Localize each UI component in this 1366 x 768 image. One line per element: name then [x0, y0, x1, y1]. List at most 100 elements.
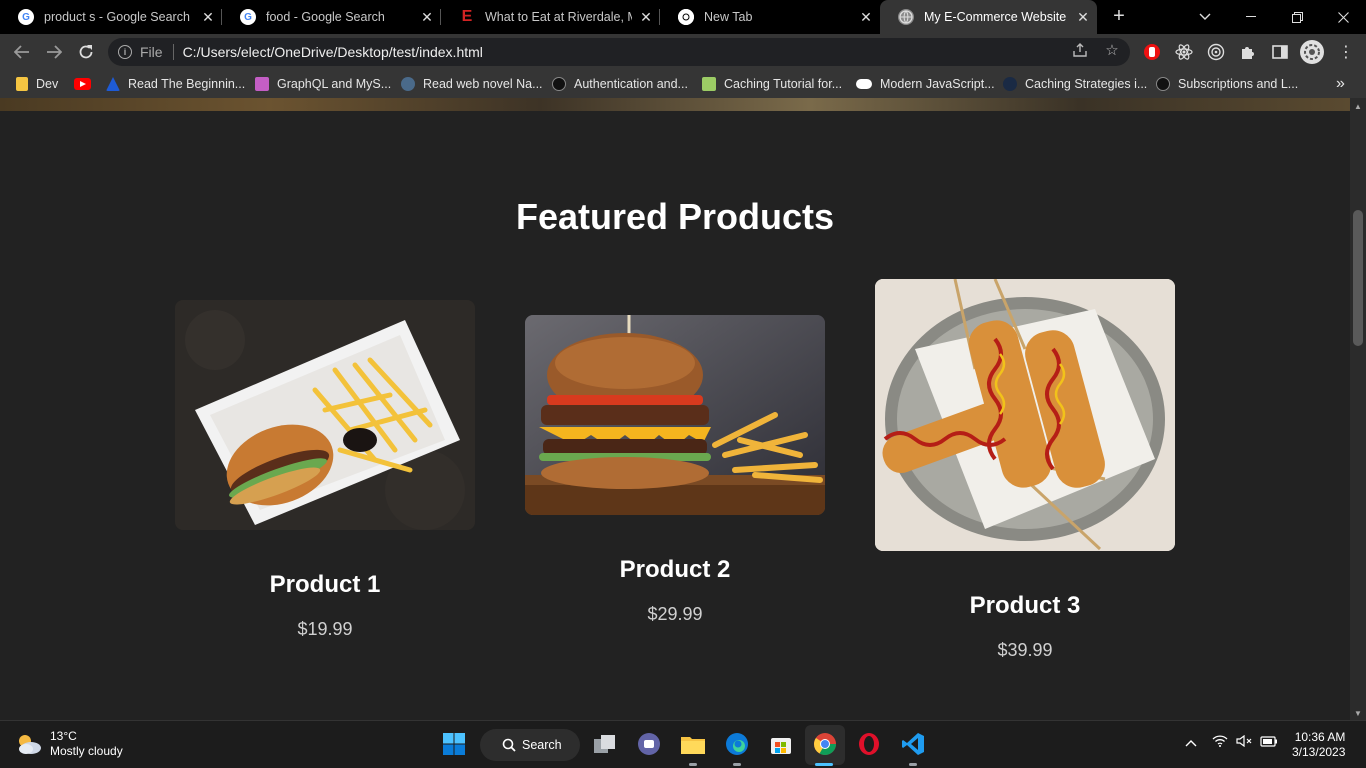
close-tab-icon[interactable]: ✕	[413, 9, 441, 26]
active-indicator	[815, 763, 833, 766]
file-explorer-icon[interactable]	[680, 731, 706, 757]
book-icon	[106, 77, 120, 91]
bookmark-dev-folder[interactable]: Dev	[16, 75, 58, 93]
vscode-icon[interactable]	[900, 731, 926, 757]
close-window-button[interactable]	[1320, 0, 1366, 34]
tab-title: food - Google Search	[266, 10, 385, 24]
bookmark-modern-javascript[interactable]: Modern JavaScript...	[856, 75, 995, 93]
product-price: $19.99	[297, 619, 353, 639]
close-tab-icon[interactable]: ✕	[632, 9, 660, 26]
restore-button[interactable]	[1274, 0, 1320, 34]
teams-chat-icon[interactable]	[636, 731, 662, 757]
extension-stop-icon[interactable]	[1142, 42, 1162, 62]
bookmark-subscriptions[interactable]: Subscriptions and L...	[1156, 75, 1298, 93]
running-indicator	[733, 763, 741, 766]
product-price: $39.99	[997, 640, 1053, 660]
tray-overflow-icon[interactable]	[1185, 735, 1197, 750]
tab-riverdale[interactable]: E What to Eat at Riverdale, Mar ✕	[441, 0, 660, 34]
microsoft-store-icon[interactable]	[768, 731, 794, 757]
close-tab-icon[interactable]: ✕	[852, 9, 880, 26]
site-icon	[1003, 77, 1017, 91]
tab-title: New Tab	[704, 10, 753, 24]
browser-toolbar: i File C:/Users/elect/OneDrive/Desktop/t…	[0, 34, 1366, 70]
address-bar[interactable]: i File C:/Users/elect/OneDrive/Desktop/t…	[108, 38, 1130, 66]
tab-ecommerce[interactable]: My E-Commerce Website ✕	[880, 0, 1097, 34]
product-name: Product 3	[969, 592, 1081, 619]
product-image[interactable]	[175, 300, 475, 530]
medium-icon	[856, 79, 872, 89]
profile-avatar-icon[interactable]	[1300, 40, 1324, 64]
bookmark-label: Read The Beginnin...	[128, 77, 246, 91]
bookmark-caching-strategies[interactable]: Caching Strategies i...	[1003, 75, 1147, 93]
close-tab-icon[interactable]: ✕	[1069, 9, 1097, 26]
reload-button[interactable]	[74, 40, 98, 64]
more-menu-icon[interactable]: ⋮	[1336, 42, 1356, 62]
scroll-up-arrow[interactable]: ▲	[1354, 102, 1362, 111]
globe-icon	[898, 9, 914, 25]
tab-search-icon[interactable]	[1182, 0, 1228, 34]
bookmark-caching-tutorial[interactable]: Caching Tutorial for...	[702, 75, 842, 93]
tab-new-tab[interactable]: New Tab ✕	[660, 0, 880, 34]
bookmark-label: Read web novel Na...	[423, 77, 543, 91]
lock-icon	[702, 77, 716, 91]
page-viewport: Featured Products Product 1 $19.99 Produ…	[0, 98, 1350, 720]
scheme-label: File	[140, 44, 163, 60]
chrome-icon	[678, 9, 694, 25]
site-icon	[552, 77, 566, 91]
bookmark-graphql[interactable]: GraphQL and MyS...	[255, 75, 391, 93]
bookmark-label: Authentication and...	[574, 77, 688, 91]
system-clock[interactable]: 10:36 AM 3/13/2023	[1292, 730, 1345, 760]
scroll-down-arrow[interactable]: ▼	[1354, 709, 1362, 718]
forward-button[interactable]	[42, 40, 66, 64]
chrome-taskbar-icon[interactable]	[812, 731, 838, 757]
tab-product-search[interactable]: G product s - Google Search ✕	[0, 0, 222, 34]
tab-title: product s - Google Search	[44, 10, 190, 24]
clock-time: 10:36 AM	[1294, 730, 1346, 744]
edge-browser-icon[interactable]	[724, 731, 750, 757]
bookmarks-bar: Dev Read The Beginnin... GraphQL and MyS…	[0, 70, 1366, 98]
bookmark-label: Caching Tutorial for...	[724, 77, 843, 91]
tab-food-search[interactable]: G food - Google Search ✕	[222, 0, 441, 34]
google-icon: G	[240, 9, 256, 25]
back-button[interactable]	[10, 40, 34, 64]
opera-icon[interactable]	[856, 731, 882, 757]
new-tab-button[interactable]: +	[1108, 6, 1130, 28]
wifi-icon[interactable]	[1212, 735, 1228, 750]
taskbar-search[interactable]: Search	[480, 729, 580, 761]
scrollbar-thumb[interactable]	[1353, 210, 1363, 346]
product-image[interactable]	[525, 315, 825, 515]
bookmark-authentication[interactable]: Authentication and...	[552, 75, 688, 93]
bookmark-youtube[interactable]	[74, 75, 99, 93]
site-info-icon[interactable]: i	[118, 45, 132, 59]
product-price: $29.99	[647, 604, 703, 624]
side-panel-icon[interactable]	[1270, 42, 1290, 62]
graphql-icon	[255, 77, 269, 91]
battery-icon[interactable]	[1260, 735, 1278, 750]
bookmark-label: GraphQL and MyS...	[277, 77, 392, 91]
close-tab-icon[interactable]: ✕	[194, 9, 222, 26]
minimize-button[interactable]	[1228, 0, 1274, 34]
share-icon[interactable]	[1070, 40, 1090, 60]
novel-icon	[401, 77, 415, 91]
bookmark-read-beginning[interactable]: Read The Beginnin...	[106, 75, 245, 93]
target-extension-icon[interactable]	[1206, 42, 1226, 62]
bookmark-label: Dev	[36, 77, 59, 91]
eater-icon: E	[461, 8, 473, 25]
weather-widget[interactable]: 13°C Mostly cloudy	[16, 729, 123, 759]
start-button[interactable]	[441, 731, 467, 757]
extensions-puzzle-icon[interactable]	[1238, 42, 1258, 62]
product-image[interactable]	[875, 279, 1175, 551]
bookmark-web-novel[interactable]: Read web novel Na...	[401, 75, 543, 93]
volume-muted-icon[interactable]	[1236, 734, 1252, 750]
search-label: Search	[522, 738, 562, 752]
more-bookmarks-button[interactable]: »	[1336, 75, 1345, 93]
task-view-icon[interactable]	[592, 731, 618, 757]
page-scrollbar[interactable]: ▲ ▼	[1350, 98, 1366, 720]
bookmark-star-icon[interactable]: ☆	[1102, 40, 1122, 60]
react-devtools-icon[interactable]	[1174, 42, 1194, 62]
site-icon	[1156, 77, 1170, 91]
tab-strip: G product s - Google Search ✕ G food - G…	[0, 0, 1366, 34]
address-url[interactable]: C:/Users/elect/OneDrive/Desktop/test/ind…	[183, 44, 483, 60]
windows-taskbar: 13°C Mostly cloudy Search 10:36 AM 3/13/…	[0, 720, 1366, 768]
bookmark-label: Caching Strategies i...	[1025, 77, 1148, 91]
